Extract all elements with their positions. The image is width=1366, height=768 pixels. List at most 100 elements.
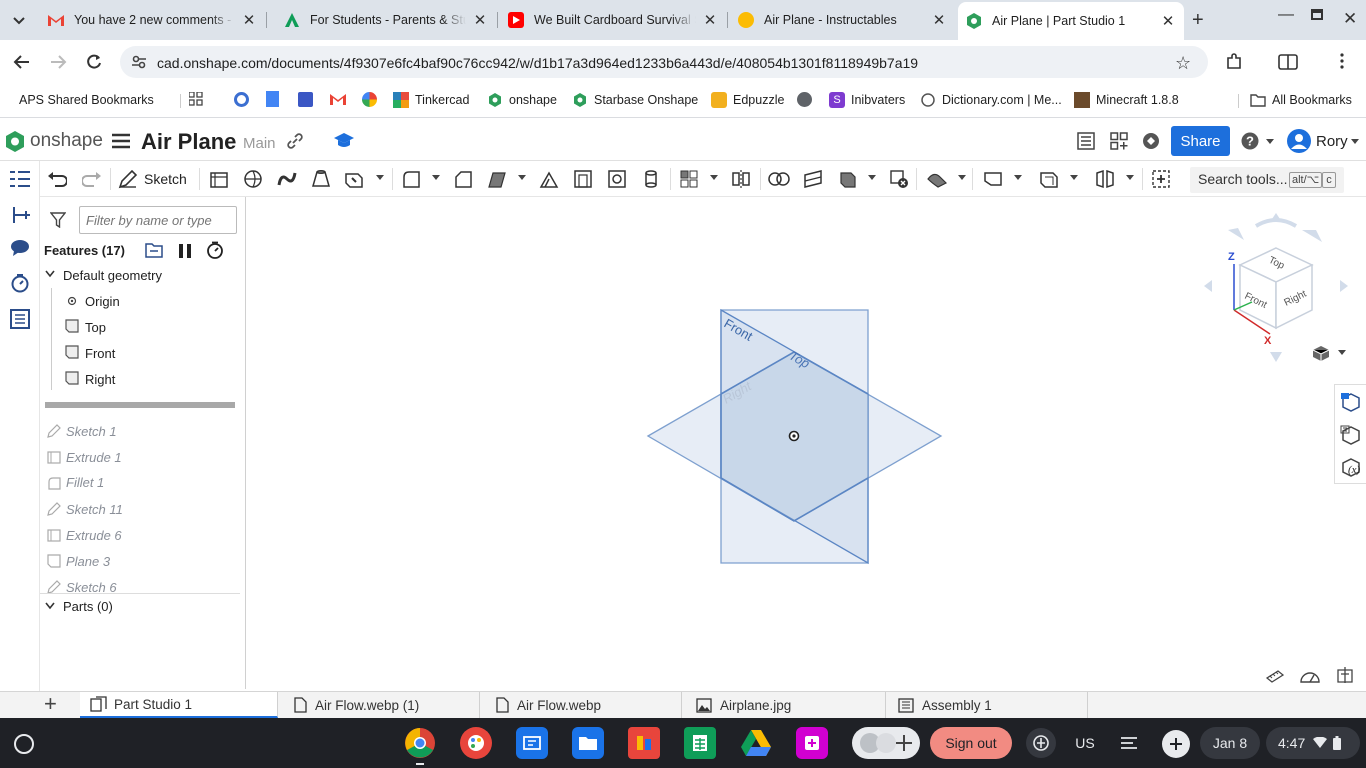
add-tab-button[interactable]: +	[44, 693, 57, 715]
site-info-icon[interactable]	[131, 54, 147, 70]
view-cube[interactable]: Top Front Right Z X	[1198, 210, 1358, 362]
tab-part-studio-1[interactable]: Part Studio 1	[80, 692, 278, 718]
rib-button[interactable]	[538, 168, 560, 190]
close-icon[interactable]: ✕	[702, 11, 718, 29]
user-avatar-icon[interactable]	[1287, 129, 1311, 153]
draft-button[interactable]	[486, 168, 508, 190]
education-cap-icon[interactable]	[334, 133, 354, 149]
chevron-down-icon[interactable]	[1014, 175, 1022, 180]
bookmark-starbase[interactable]: Starbase Onshape	[572, 91, 698, 109]
chevron-down-icon[interactable]	[1266, 139, 1274, 144]
paint-app-icon[interactable]	[460, 727, 492, 759]
plane-button[interactable]	[982, 168, 1004, 190]
back-button[interactable]	[12, 52, 32, 72]
sign-out-button[interactable]: Sign out	[930, 727, 1012, 759]
gmail-bookmark-icon[interactable]	[330, 93, 346, 105]
document-list-icon[interactable]	[1077, 132, 1095, 150]
chevron-down-icon[interactable]	[45, 602, 55, 610]
chrome-app-icon[interactable]	[404, 727, 436, 759]
transform-button[interactable]	[836, 168, 858, 190]
clipboard-icon[interactable]	[1114, 728, 1144, 758]
extensions-icon[interactable]	[1225, 53, 1243, 71]
classroom-icon[interactable]	[298, 92, 313, 107]
sweep-button[interactable]	[276, 168, 298, 190]
onshape-wordmark[interactable]: onshape	[30, 130, 103, 152]
bookmark-globe-icon[interactable]	[234, 92, 249, 107]
input-method-indicator[interactable]: US	[1068, 727, 1102, 759]
hamburger-menu-icon[interactable]	[112, 133, 130, 149]
mate-connector-button[interactable]	[1094, 168, 1116, 190]
help-icon[interactable]: ?	[1241, 132, 1259, 150]
feature-folder-icon[interactable]	[145, 242, 163, 258]
redo-button[interactable]	[81, 168, 103, 190]
surface-button[interactable]	[1038, 168, 1060, 190]
close-icon[interactable]: ✕	[241, 11, 257, 29]
chevron-down-icon[interactable]	[710, 175, 718, 180]
browser-tab-gmail[interactable]: You have 2 new comments - S ✕	[40, 5, 265, 35]
link-icon[interactable]	[287, 133, 303, 149]
launcher-button[interactable]	[14, 734, 34, 754]
date-display[interactable]: Jan 8	[1200, 727, 1260, 759]
delete-part-button[interactable]	[888, 168, 910, 190]
chevron-down-icon[interactable]	[868, 175, 876, 180]
timer-icon[interactable]	[10, 273, 30, 293]
close-icon[interactable]: ✕	[472, 11, 488, 29]
app-icon[interactable]	[628, 727, 660, 759]
feature-extrude-1[interactable]: Extrude 1	[66, 446, 122, 468]
docs-icon[interactable]	[266, 91, 279, 107]
add-custom-feature-button[interactable]	[1150, 168, 1172, 190]
minimize-button[interactable]: —	[1278, 6, 1294, 24]
thicken-button[interactable]	[343, 168, 365, 190]
tote-pinned-files[interactable]	[852, 727, 920, 759]
bookmark-edpuzzle[interactable]: Edpuzzle	[711, 91, 784, 109]
feature-filter-input[interactable]	[79, 206, 237, 234]
feature-list-icon[interactable]	[9, 169, 31, 189]
classroom-app-icon[interactable]	[516, 727, 548, 759]
boolean-button[interactable]	[768, 168, 790, 190]
app-icon[interactable]	[796, 727, 828, 759]
view-options-icon[interactable]	[1312, 345, 1330, 361]
chevron-down-icon[interactable]	[518, 175, 526, 180]
browser-tab-youtube[interactable]: We Built Cardboard Survival S ✕	[500, 5, 726, 35]
close-icon[interactable]: ✕	[1160, 12, 1176, 30]
bookmark-all[interactable]: All Bookmarks	[1250, 91, 1352, 109]
bookmark-minecraft[interactable]: Minecraft 1.8.8	[1074, 91, 1179, 109]
browser-tab-instructables[interactable]: Air Plane - Instructables ✕	[730, 5, 955, 35]
mass-properties-icon[interactable]	[1300, 668, 1320, 684]
chevron-down-icon[interactable]	[1070, 175, 1078, 180]
chevron-down-icon[interactable]	[1126, 175, 1134, 180]
revolve-button[interactable]	[242, 168, 264, 190]
bookmark-star-icon[interactable]: ☆	[1175, 53, 1191, 74]
status-tray[interactable]: 4:47	[1266, 727, 1360, 759]
app-store-icon[interactable]	[1110, 132, 1128, 150]
sheet-metal-button[interactable]	[926, 168, 948, 190]
accessibility-icon[interactable]	[1026, 728, 1056, 758]
pause-icon[interactable]	[178, 243, 192, 259]
files-app-icon[interactable]	[572, 727, 604, 759]
split-button[interactable]	[802, 168, 824, 190]
feature-fillet-1[interactable]: Fillet 1	[66, 471, 104, 493]
rollback-bar[interactable]	[45, 402, 235, 408]
fillet-button[interactable]	[400, 168, 422, 190]
feature-sketch-1[interactable]: Sketch 1	[66, 420, 117, 442]
feature-sketch-11[interactable]: Sketch 11	[66, 498, 123, 520]
browser-tab-onshape[interactable]: Air Plane | Part Studio 1 ✕	[958, 2, 1184, 40]
default-planes[interactable]: Front Top Right	[640, 300, 950, 570]
tab-airplane-jpg[interactable]: Airplane.jpg	[688, 692, 886, 718]
feature-top-plane[interactable]: Top	[85, 316, 106, 338]
loft-button[interactable]	[310, 168, 332, 190]
hole-button[interactable]	[606, 168, 628, 190]
add-part-icon[interactable]	[10, 205, 32, 225]
chevron-down-icon[interactable]	[432, 175, 440, 180]
shell-button[interactable]	[572, 168, 594, 190]
measure-icon[interactable]	[1266, 668, 1284, 684]
tab-air-flow-webp[interactable]: Air Flow.webp	[486, 692, 682, 718]
more-menu-icon[interactable]	[1340, 53, 1344, 69]
learning-center-icon[interactable]	[1142, 132, 1160, 150]
reading-mode-icon[interactable]	[1278, 54, 1298, 70]
feature-plane-3[interactable]: Plane 3	[66, 550, 110, 572]
feature-origin[interactable]: Origin	[85, 290, 120, 312]
globe-icon[interactable]	[797, 92, 812, 107]
window-close-button[interactable]: ✕	[1343, 9, 1357, 29]
apps-grid-icon[interactable]	[189, 92, 203, 106]
